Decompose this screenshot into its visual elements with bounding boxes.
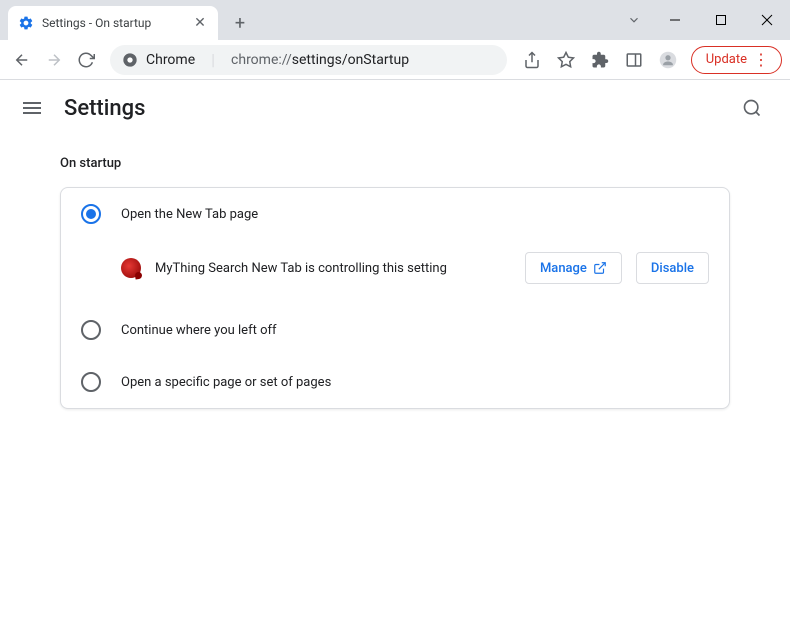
forward-button[interactable] (40, 46, 68, 74)
extension-control-notice: MyThing Search New Tab is controlling th… (61, 240, 729, 304)
window-close-button[interactable] (744, 4, 790, 36)
tab-close-icon[interactable]: ✕ (192, 15, 208, 31)
manage-button[interactable]: Manage (525, 252, 622, 284)
option-specific-pages[interactable]: Open a specific page or set of pages (61, 356, 729, 408)
disable-button[interactable]: Disable (636, 252, 709, 284)
page-title: Settings (64, 96, 145, 121)
hamburger-menu-icon[interactable] (20, 96, 44, 120)
tab-title: Settings - On startup (42, 16, 192, 30)
omnibox-url: chrome://settings/onStartup (231, 52, 409, 68)
extensions-puzzle-icon[interactable] (585, 45, 615, 75)
tab-search-icon[interactable] (616, 13, 652, 27)
window-titlebar: Settings - On startup ✕ + (0, 0, 790, 40)
update-button[interactable]: Update ⋮ (691, 46, 782, 74)
address-bar[interactable]: Chrome | chrome://settings/onStartup (110, 45, 507, 75)
back-button[interactable] (8, 46, 36, 74)
option-label: Open the New Tab page (121, 207, 258, 222)
share-icon[interactable] (517, 45, 547, 75)
extension-notice-text: MyThing Search New Tab is controlling th… (155, 261, 511, 276)
reload-button[interactable] (72, 46, 100, 74)
browser-toolbar: Chrome | chrome://settings/onStartup Upd… (0, 40, 790, 80)
bookmark-star-icon[interactable] (551, 45, 581, 75)
chrome-logo-icon (122, 52, 138, 68)
option-continue[interactable]: Continue where you left off (61, 304, 729, 356)
section-title: On startup (60, 156, 730, 171)
window-minimize-button[interactable] (652, 4, 698, 36)
extension-icon (121, 258, 141, 278)
omnibox-divider: | (211, 50, 215, 69)
radio-selected-icon[interactable] (81, 204, 101, 224)
settings-content: On startup Open the New Tab page MyThing… (0, 136, 790, 429)
new-tab-button[interactable]: + (226, 9, 254, 37)
omnibox-app-label: Chrome (146, 52, 195, 68)
manage-label: Manage (540, 261, 587, 276)
disable-label: Disable (651, 261, 694, 276)
radio-icon[interactable] (81, 320, 101, 340)
option-new-tab[interactable]: Open the New Tab page (61, 188, 729, 240)
option-label: Continue where you left off (121, 323, 277, 338)
menu-dots-icon: ⋮ (753, 52, 769, 68)
profile-avatar-icon[interactable] (653, 45, 683, 75)
settings-header: Settings (0, 80, 790, 136)
option-label: Open a specific page or set of pages (121, 375, 331, 390)
external-link-icon (593, 261, 607, 275)
startup-options-card: Open the New Tab page MyThing Search New… (60, 187, 730, 409)
browser-tab[interactable]: Settings - On startup ✕ (8, 6, 218, 40)
side-panel-icon[interactable] (619, 45, 649, 75)
radio-icon[interactable] (81, 372, 101, 392)
settings-gear-icon (18, 15, 34, 31)
search-icon[interactable] (734, 90, 770, 126)
window-maximize-button[interactable] (698, 4, 744, 36)
update-label: Update (706, 52, 747, 67)
